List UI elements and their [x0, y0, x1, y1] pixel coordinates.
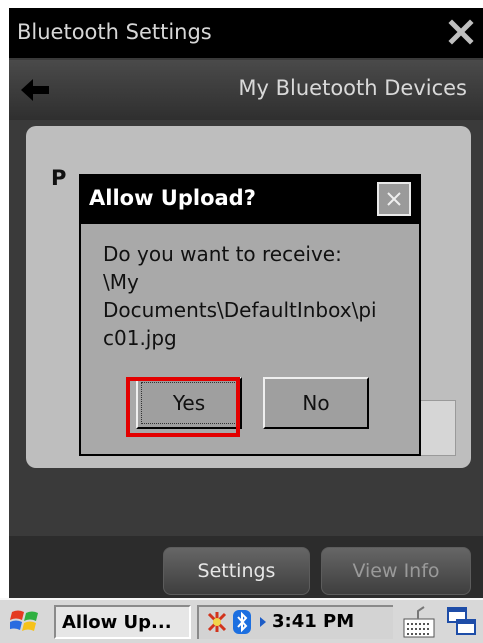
- window-title: Bluetooth Settings: [17, 20, 212, 44]
- message-line: Do you want to receive:: [103, 242, 342, 266]
- panel-label: P: [51, 166, 67, 190]
- taskbar: Allow Up... 3:41 PM: [0, 598, 483, 643]
- bluetooth-status-icon[interactable]: [205, 610, 229, 634]
- device-screen: Bluetooth Settings My Bluetooth Devices …: [9, 8, 483, 643]
- bottom-toolbar: Settings View Info: [9, 536, 483, 606]
- windows-flag-icon[interactable]: [10, 606, 40, 636]
- window-title-bar: Bluetooth Settings: [9, 8, 483, 58]
- close-icon[interactable]: [441, 12, 481, 52]
- clock[interactable]: 3:41 PM: [272, 611, 354, 632]
- keyboard-icon[interactable]: [402, 605, 436, 639]
- page-title: My Bluetooth Devices: [238, 76, 467, 100]
- tray-expand-arrow-icon[interactable]: [259, 616, 267, 628]
- view-info-button[interactable]: View Info: [321, 547, 471, 595]
- message-line: c01.jpg: [103, 326, 177, 350]
- system-tray: 3:41 PM: [197, 605, 393, 639]
- yes-button-highlight: [126, 377, 240, 437]
- bluetooth-icon[interactable]: [232, 609, 252, 635]
- no-button[interactable]: No: [263, 377, 369, 429]
- message-line: \My: [103, 270, 139, 294]
- settings-button[interactable]: Settings: [163, 547, 310, 595]
- taskbar-task-button[interactable]: Allow Up...: [54, 605, 191, 639]
- windows-switch-icon[interactable]: [446, 606, 478, 638]
- dialog-title-bar: Allow Upload?: [81, 176, 419, 224]
- message-line: Documents\DefaultInbox\pi: [103, 298, 377, 322]
- dialog-title: Allow Upload?: [89, 186, 256, 210]
- page-header: My Bluetooth Devices: [9, 60, 483, 120]
- back-arrow-icon[interactable]: [19, 76, 51, 104]
- dialog-close-button[interactable]: [377, 182, 411, 216]
- dialog-message: Do you want to receive: \My Documents\De…: [103, 240, 403, 352]
- close-icon: [387, 192, 401, 206]
